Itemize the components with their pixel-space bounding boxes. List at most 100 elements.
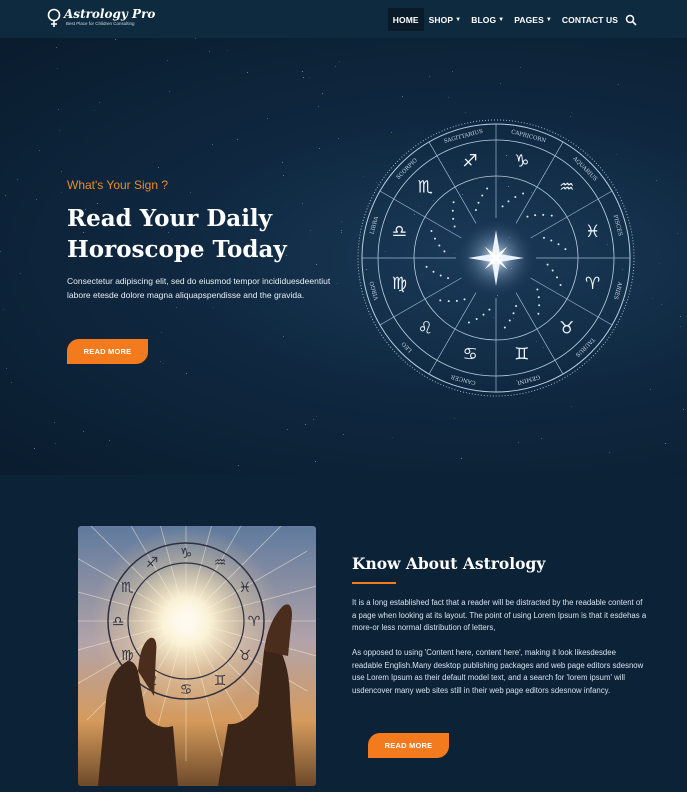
star-dot [402, 95, 404, 97]
star-dot [313, 419, 315, 421]
nav-item-home[interactable]: HOME [387, 8, 424, 31]
zodiac-glyph-icon: ♌ [418, 319, 433, 339]
star-dot [16, 179, 18, 181]
title-underline [352, 582, 396, 584]
star-dot [303, 77, 305, 79]
star-dot [335, 66, 337, 67]
star-dot [305, 423, 307, 425]
nav-item-label: SHOP [428, 14, 454, 25]
brand-tagline: Best Place for Children Consulting [66, 21, 135, 26]
zodiac-glyph-icon: ♈ [585, 274, 600, 294]
star-dot [212, 306, 214, 308]
star-dot [649, 388, 651, 390]
zodiac-glyph-icon: ♉ [559, 319, 574, 339]
star-dot [460, 457, 462, 459]
star-dot [448, 97, 450, 99]
zodiac-sign-label: AQUARIUS [571, 155, 598, 182]
zodiac-glyph-icon: ♊ [514, 345, 529, 365]
about-paragraph-2: As opposed to using 'Content here, conte… [352, 648, 644, 695]
search-icon[interactable] [625, 14, 637, 26]
star-dot [59, 129, 61, 131]
nav-item-shop[interactable]: SHOP ▼ [424, 8, 467, 31]
star-dot [212, 144, 214, 146]
zodiac-glyph-icon: ♓ [239, 580, 252, 596]
moon-logo-icon [47, 8, 61, 27]
star-dot [162, 362, 164, 364]
zodiac-glyph-icon: ♑ [180, 546, 193, 562]
star-dot [282, 162, 284, 164]
star-dot [98, 102, 100, 104]
star-dot [167, 60, 169, 62]
star-dot [5, 368, 7, 370]
star-dot [168, 91, 170, 93]
hero-read-more-button[interactable]: READ MORE [67, 339, 148, 364]
star-dot [322, 92, 324, 94]
about-read-more-button[interactable]: READ MORE [368, 733, 449, 758]
star-dot [677, 232, 679, 234]
zodiac-glyph-icon: ♋ [462, 345, 477, 365]
star-dot [656, 179, 658, 181]
zodiac-glyph-icon: ♏ [121, 580, 134, 596]
zodiac-hands-image: ♑♒♓♈♉♊♋♌♍♎♏♐ [78, 526, 316, 786]
star-dot [659, 262, 661, 264]
star-dot [227, 50, 229, 52]
star-dot [680, 315, 682, 317]
star-dot [93, 109, 95, 111]
zodiac-sign-label: LIBRA [370, 215, 381, 235]
star-dot [61, 192, 63, 194]
zodiac-glyph-icon: ♈ [248, 614, 261, 630]
zodiac-glyph-icon: ♍ [121, 648, 134, 664]
nav-item-contact[interactable]: CONTACT US [557, 8, 623, 31]
zodiac-sign-label: CANCER [450, 373, 477, 386]
star-dot [609, 452, 611, 454]
star-dot [189, 192, 191, 194]
star-dot [56, 67, 58, 69]
nav-item-pages[interactable]: PAGES ▼ [509, 8, 557, 31]
star-dot [53, 422, 55, 424]
zodiac-glyph-icon: ♉ [239, 648, 252, 664]
zodiac-sign-label: VIRGO [369, 280, 380, 302]
star-dot [283, 174, 285, 176]
star-dot [651, 298, 653, 300]
star-dot [286, 428, 288, 430]
chevron-down-icon: ▼ [545, 16, 552, 23]
star-dot [465, 111, 467, 113]
star-dot [570, 115, 572, 117]
hero-section: What's Your Sign ? Read Your Daily Horos… [0, 38, 687, 475]
star-dot [208, 50, 210, 52]
brand-logo[interactable]: Astrology Pro Best Place for Children Co… [46, 8, 155, 28]
star-dot [194, 38, 196, 39]
star-dot [175, 306, 177, 308]
about-paragraph-1: It is a long established fact that a rea… [352, 598, 647, 632]
star-dot [665, 443, 667, 445]
star-dot [283, 335, 285, 337]
zodiac-sign-label: GEMINI [516, 373, 540, 385]
zodiac-glyph-icon: ♍ [392, 274, 407, 294]
zodiac-sign-label: PISCES [612, 214, 623, 237]
zodiac-glyph-icon: ♐ [462, 151, 477, 171]
star-dot [309, 77, 311, 79]
star-dot [517, 442, 519, 444]
star-dot [570, 111, 572, 113]
nav-item-label: BLOG [471, 14, 497, 25]
star-dot [540, 437, 542, 439]
zodiac-wheel-icon: CAPRICORNAQUARIUSPISCESARIESTAURUSGEMINI… [357, 119, 635, 397]
zodiac-glyph-icon: ♑ [514, 151, 529, 171]
nav-item-label: HOME [392, 14, 419, 25]
star-dot [2, 308, 4, 310]
star-dot [570, 406, 572, 408]
star-dot [317, 106, 319, 108]
star-dot [246, 71, 248, 73]
zodiac-glyph-icon: ♎ [112, 614, 125, 630]
chevron-down-icon: ▼ [498, 16, 505, 23]
star-dot [683, 408, 685, 410]
zodiac-sign-label: SCORPIO [396, 157, 420, 181]
star-dot [114, 39, 116, 41]
star-dot [391, 437, 393, 439]
nav-item-blog[interactable]: BLOG ▼ [466, 8, 509, 31]
star-dot [267, 118, 269, 120]
zodiac-glyph-icon: ♏ [418, 177, 433, 197]
top-navbar: Astrology Pro Best Place for Children Co… [0, 0, 687, 38]
hero-kicker: What's Your Sign ? [67, 178, 169, 192]
star-dot [428, 75, 430, 77]
